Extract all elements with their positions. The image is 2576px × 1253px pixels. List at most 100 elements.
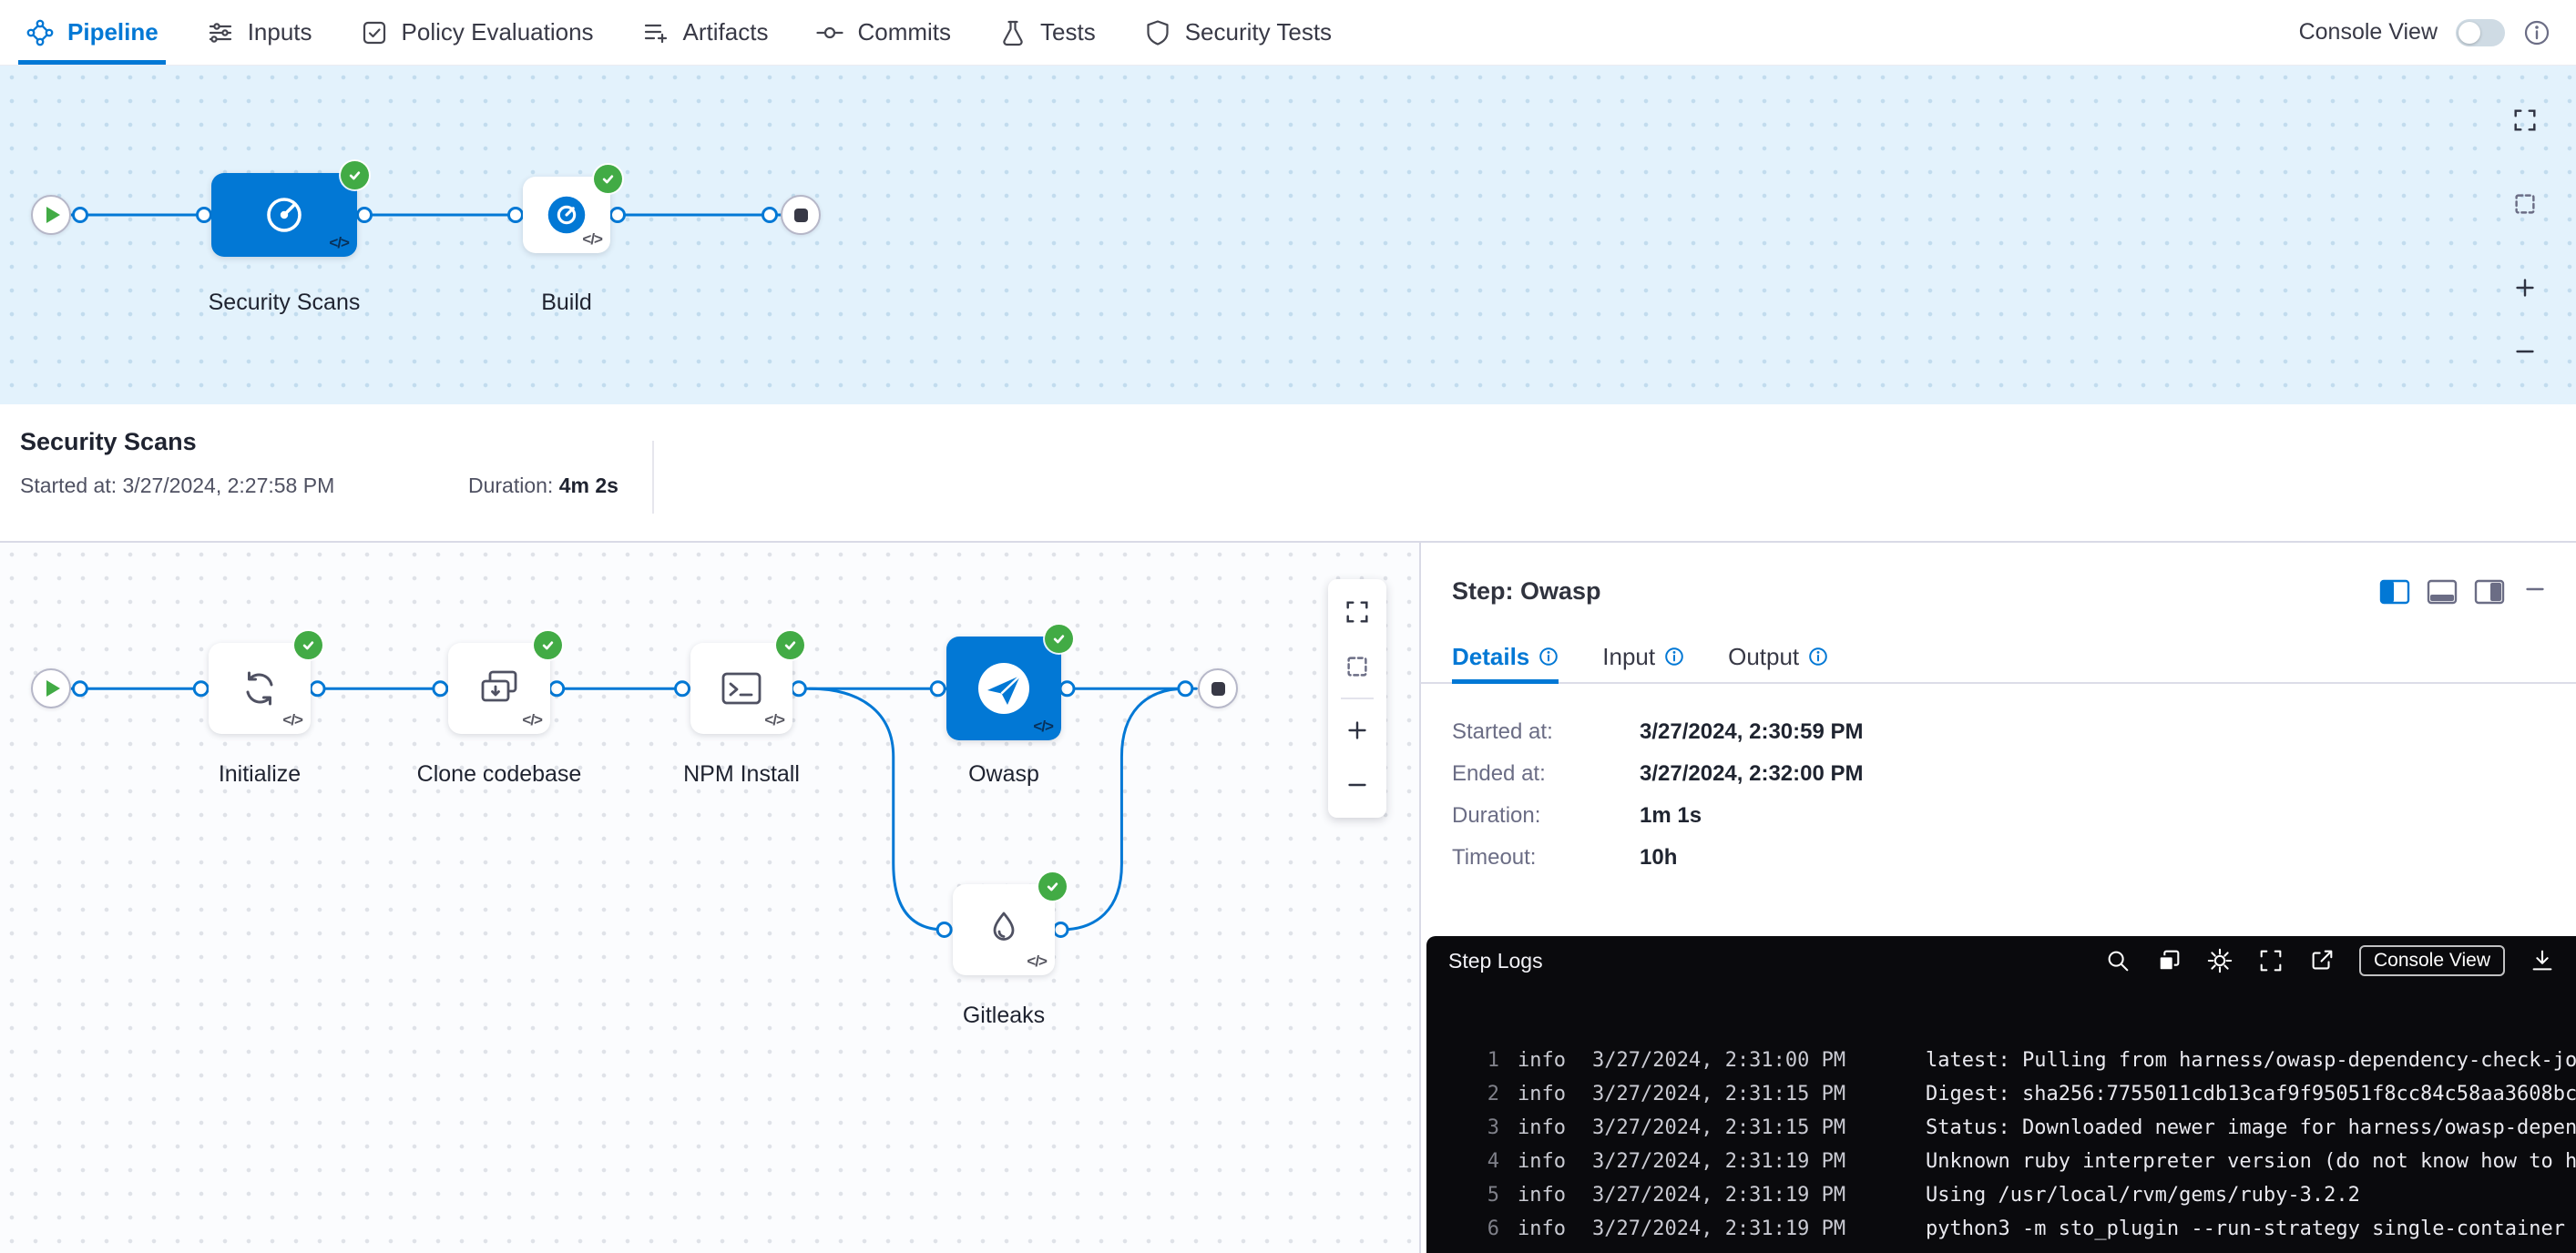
tab-commits[interactable]: Commits (815, 0, 951, 65)
stage-started-at: Started at: 3/27/2024, 2:27:58 PM (20, 474, 334, 498)
pipeline-execution-page: Pipeline Inputs Policy Evaluations Artif… (0, 0, 2576, 1253)
step-node-owasp[interactable]: </> (946, 637, 1061, 740)
tab-security-tests[interactable]: Security Tests (1143, 0, 1332, 65)
log-message: latest: Pulling from harness/owasp-depen… (1926, 1044, 2576, 1077)
log-timestamp: 3/27/2024, 2:31:19 PM (1592, 1145, 1909, 1178)
code-icon: </> (329, 234, 349, 252)
plus-icon (1344, 717, 1371, 744)
execution-end-node[interactable] (1198, 668, 1238, 708)
stage-node-security-scans[interactable]: </> (211, 173, 357, 257)
commits-icon (815, 18, 844, 47)
tab-inputs[interactable]: Inputs (206, 0, 312, 65)
log-timestamp: 3/27/2024, 2:31:19 PM (1592, 1178, 1909, 1212)
log-level: info (1518, 1212, 1576, 1246)
step-node-label: Owasp (968, 761, 1039, 788)
log-line-number: 4 (1459, 1145, 1499, 1178)
play-icon (46, 207, 60, 223)
marquee-icon (1344, 653, 1371, 680)
tab-output[interactable]: Output (1728, 631, 1828, 682)
zoom-in-button[interactable] (1328, 703, 1386, 758)
zoom-out-button[interactable] (1328, 758, 1386, 812)
detail-value: 1m 1s (1640, 803, 1702, 829)
external-link-icon[interactable] (2308, 947, 2336, 974)
step-details-panel: Step: Owasp Details Input (1421, 543, 2576, 1253)
toggle-knob (2458, 22, 2480, 44)
collapse-panel-button[interactable] (2521, 576, 2549, 607)
layout-right-icon[interactable] (2474, 579, 2505, 605)
detail-row: Ended at: 3/27/2024, 2:32:00 PM (1452, 753, 2545, 795)
info-icon (1664, 647, 1684, 667)
expand-icon (1344, 598, 1371, 626)
log-line: 5 info 3/27/2024, 2:31:19 PM Using /usr/… (1459, 1178, 2576, 1212)
log-message: python3 -m sto_plugin --run-strategy sin… (1926, 1212, 2576, 1246)
tab-label: Policy Evaluations (402, 18, 594, 46)
connector-port (358, 209, 372, 222)
tab-tests[interactable]: Tests (998, 0, 1096, 65)
step-node-initialize[interactable]: </> (209, 643, 311, 734)
download-icon[interactable] (2529, 947, 2556, 974)
log-timestamp: 3/27/2024, 2:31:15 PM (1592, 1111, 1909, 1145)
success-badge (1045, 625, 1073, 653)
copy-icon[interactable] (2155, 947, 2182, 974)
layout-bottom-icon[interactable] (2427, 579, 2458, 605)
selection-mode-button[interactable] (2501, 180, 2549, 228)
step-node-label: Gitleaks (963, 1003, 1045, 1029)
log-line: 2 info 3/27/2024, 2:31:15 PM Digest: sha… (1459, 1077, 2576, 1111)
info-icon[interactable] (2523, 19, 2550, 46)
stage-end-node[interactable] (781, 195, 821, 235)
execution-start-node[interactable] (31, 668, 71, 708)
panel-actions (2379, 576, 2549, 607)
stage-start-node[interactable] (31, 195, 71, 235)
fullscreen-icon[interactable] (2257, 947, 2285, 974)
tab-label: Details (1452, 643, 1529, 671)
tab-label: Commits (857, 18, 951, 46)
code-icon: </> (1033, 718, 1053, 736)
minus-icon (2521, 576, 2549, 603)
tab-details[interactable]: Details (1452, 631, 1559, 682)
log-level: info (1518, 1145, 1576, 1178)
step-logs-body[interactable]: 1 info 3/27/2024, 2:31:00 PM latest: Pul… (1426, 985, 2576, 1253)
stage-summary-bar: Security Scans Started at: 3/27/2024, 2:… (0, 404, 2576, 543)
layout-left-icon[interactable] (2379, 579, 2410, 605)
log-message: Status: Downloaded newer image for harne… (1926, 1111, 2576, 1145)
search-icon[interactable] (2104, 947, 2131, 974)
selection-mode-button[interactable] (1328, 639, 1386, 694)
detail-value: 3/27/2024, 2:30:59 PM (1640, 719, 1864, 745)
step-panel-header: Step: Owasp (1421, 543, 2576, 607)
fit-to-screen-button[interactable] (1328, 585, 1386, 639)
connector-port (1060, 682, 1074, 696)
success-badge (776, 631, 804, 659)
step-logs-header: Step Logs Console View (1426, 936, 2576, 985)
stage-canvas-controls (2501, 97, 2549, 375)
connector-port (792, 682, 805, 696)
success-badge (534, 631, 562, 659)
step-node-label: NPM Install (683, 761, 800, 788)
success-badge (294, 631, 322, 659)
tab-artifacts[interactable]: Artifacts (641, 0, 769, 65)
step-node-clone-codebase[interactable]: </> (448, 643, 550, 734)
log-message: Digest: sha256:7755011cdb13caf9f95051f8c… (1926, 1077, 2576, 1111)
step-node-npm-install[interactable]: </> (690, 643, 792, 734)
gitleaks-icon (981, 907, 1027, 952)
connector-port (73, 682, 87, 696)
tab-pipeline[interactable]: Pipeline (26, 0, 158, 65)
info-icon (1808, 647, 1828, 667)
step-logs-actions: Console View (2104, 945, 2556, 976)
connector-port (550, 682, 564, 696)
stage-graph-canvas[interactable]: </> Security Scans </> Build (0, 66, 2576, 404)
console-view-toggle[interactable] (2456, 19, 2505, 46)
tab-label: Input (1602, 643, 1655, 671)
step-node-gitleaks[interactable]: </> (953, 884, 1055, 975)
tab-policy-evaluations[interactable]: Policy Evaluations (360, 0, 594, 65)
fit-to-screen-button[interactable] (2501, 97, 2549, 144)
connector-port (611, 209, 625, 222)
stage-duration: Duration: 4m 2s (468, 474, 618, 498)
settings-gear-icon[interactable] (2206, 947, 2234, 974)
execution-graph-canvas[interactable]: </> Initialize </> Clone codebase </> NP… (0, 543, 1421, 1253)
zoom-in-button[interactable] (2501, 264, 2549, 311)
stage-node-build[interactable]: </> (523, 177, 610, 253)
stop-icon (794, 209, 808, 222)
console-view-button[interactable]: Console View (2359, 945, 2505, 976)
tab-input[interactable]: Input (1602, 631, 1684, 682)
zoom-out-button[interactable] (2501, 328, 2549, 375)
